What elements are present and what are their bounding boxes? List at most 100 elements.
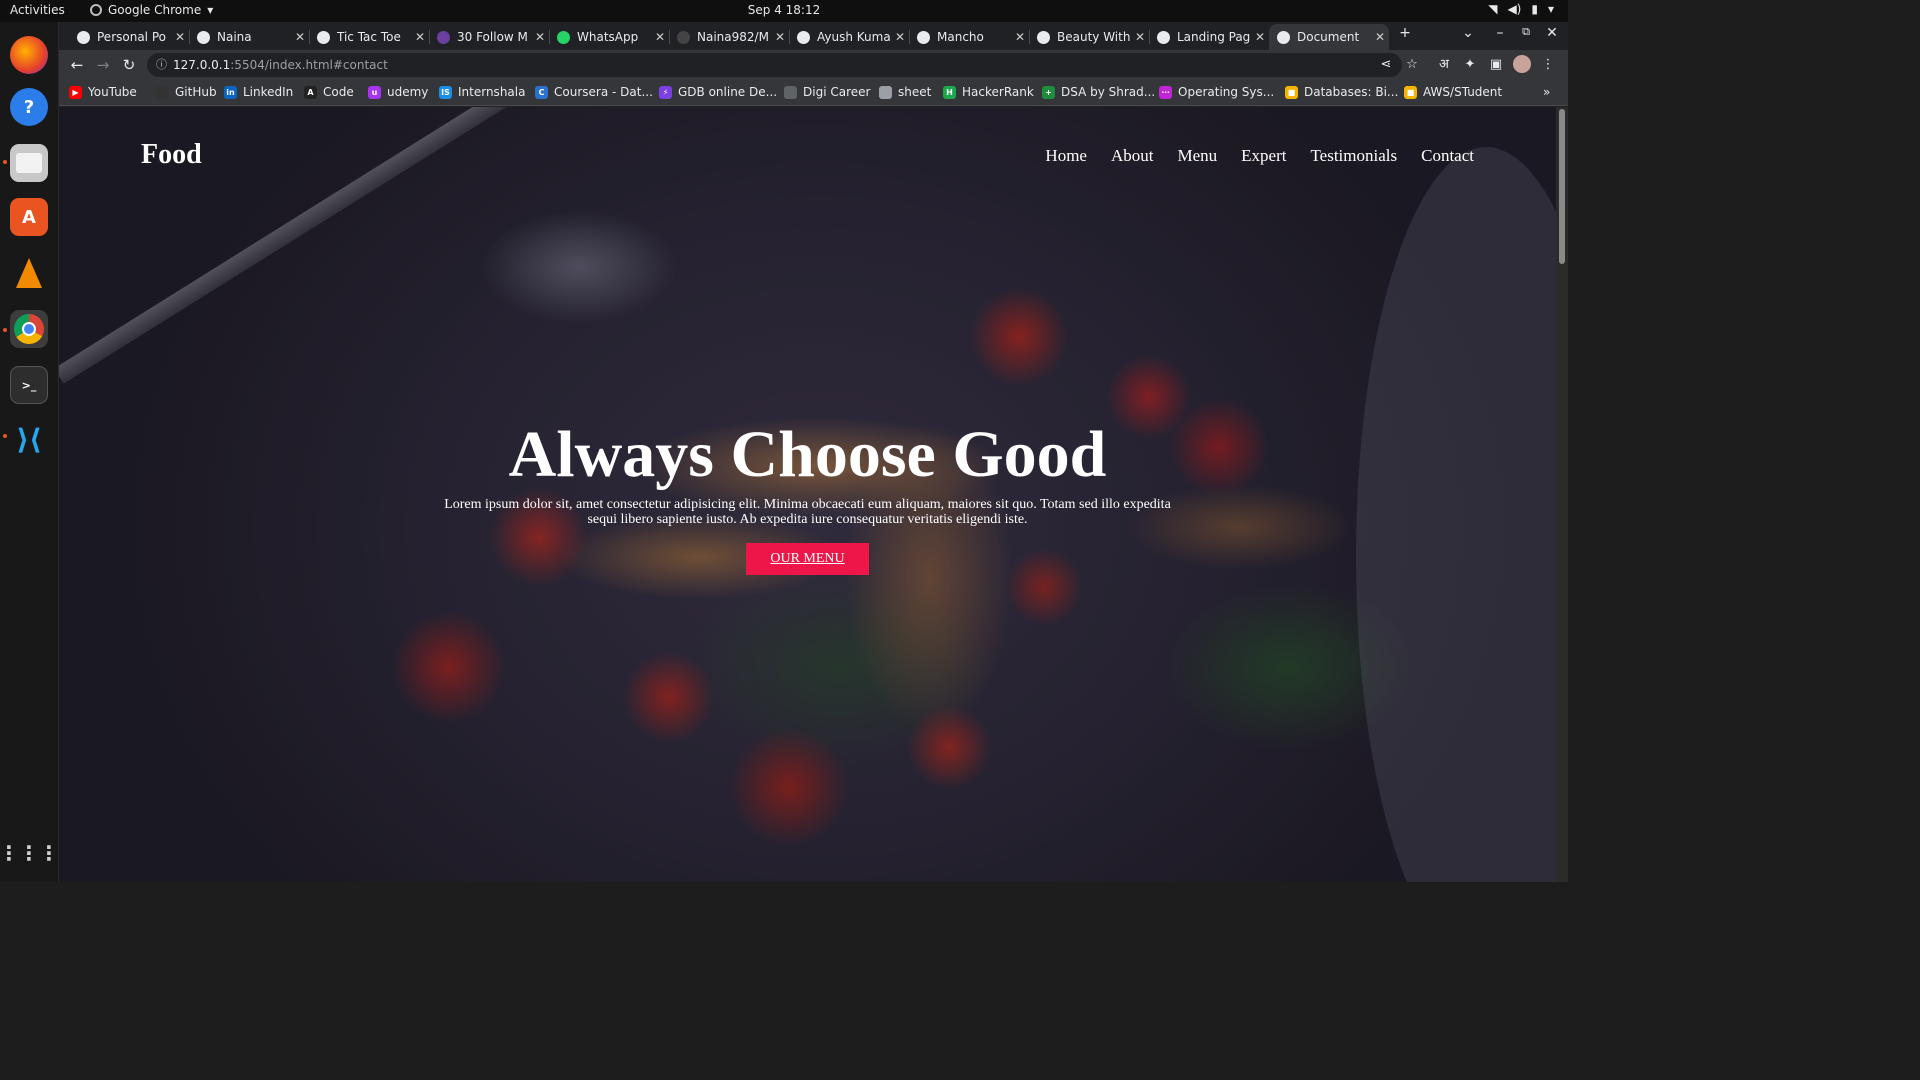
restore-button[interactable]: ⧉ xyxy=(1515,25,1537,39)
bookmark-label: Databases: Bi... xyxy=(1304,85,1399,99)
chrome-icon[interactable] xyxy=(10,310,48,348)
tab-search-icon[interactable]: ⌄ xyxy=(1457,25,1479,41)
bookmark-favicon-icon: in xyxy=(224,85,237,99)
tab[interactable]: Beauty With ✕ xyxy=(1029,24,1149,50)
tab-close-icon[interactable]: ✕ xyxy=(1131,30,1149,44)
menu-kebab-icon[interactable]: ⋮ xyxy=(1538,55,1558,75)
share-icon[interactable]: ⋖ xyxy=(1376,55,1396,75)
software-center-icon[interactable]: A xyxy=(10,198,48,236)
show-apps-icon[interactable]: ⋮⋮⋮ xyxy=(0,834,59,872)
side-panel-icon[interactable]: ▣ xyxy=(1486,55,1506,75)
bookmark-item[interactable]: u udemy xyxy=(368,85,428,99)
bookmark-favicon-icon: u xyxy=(368,85,381,99)
tab-close-icon[interactable]: ✕ xyxy=(531,30,549,44)
scrollbar-thumb[interactable] xyxy=(1559,109,1565,264)
nav-contact[interactable]: Contact xyxy=(1421,146,1474,166)
bookmark-item[interactable]: ■ Databases: Bi... xyxy=(1285,85,1398,99)
bookmark-label: Internshala xyxy=(458,85,526,99)
help-icon[interactable]: ? xyxy=(10,88,48,126)
hero-section: Always Choose Good Lorem ipsum dolor sit… xyxy=(59,417,1556,575)
bookmark-label: LinkedIn xyxy=(243,85,294,99)
reload-icon[interactable]: ↻ xyxy=(119,55,139,75)
nav-expert[interactable]: Expert xyxy=(1241,146,1286,166)
extensions-icon[interactable]: ✦ xyxy=(1460,55,1480,75)
tab-close-icon[interactable]: ✕ xyxy=(411,30,429,44)
tab[interactable]: WhatsApp ✕ xyxy=(549,24,669,50)
bookmark-star-icon[interactable]: ☆ xyxy=(1402,55,1422,75)
forward-icon[interactable]: → xyxy=(93,55,113,75)
bookmark-item[interactable]: GitHub xyxy=(156,85,217,99)
new-tab-button[interactable]: + xyxy=(1394,25,1416,41)
tab-close-icon[interactable]: ✕ xyxy=(171,30,189,44)
bookmark-item[interactable]: IS Internshala xyxy=(439,85,525,99)
terminal-icon[interactable]: >_ xyxy=(10,366,48,404)
page-scrollbar[interactable] xyxy=(1556,107,1568,882)
tab-close-icon[interactable]: ✕ xyxy=(1251,30,1269,44)
tab-close-icon[interactable]: ✕ xyxy=(771,30,789,44)
bookmark-item[interactable]: sheet xyxy=(879,85,931,99)
site-header: Food Home About Menu Expert Testimonials… xyxy=(59,107,1556,207)
tab[interactable]: Naina ✕ xyxy=(189,24,309,50)
activities-button[interactable]: Activities xyxy=(10,3,65,17)
clock[interactable]: Sep 4 18:12 xyxy=(748,3,820,17)
tab[interactable]: Naina982/M ✕ xyxy=(669,24,789,50)
close-window-button[interactable]: ✕ xyxy=(1541,25,1563,41)
tab[interactable]: Landing Pag ✕ xyxy=(1149,24,1269,50)
bookmark-item[interactable]: ▶ YouTube xyxy=(69,85,137,99)
nav-testimonials[interactable]: Testimonials xyxy=(1310,146,1397,166)
browser-toolbar: ← → ↻ ⓘ 127.0.0.1:5504/index.html#contac… xyxy=(59,50,1568,80)
nav-home[interactable]: Home xyxy=(1045,146,1087,166)
bookmark-item[interactable]: Digi Career xyxy=(784,85,870,99)
bookmark-label: sheet xyxy=(898,85,932,99)
tab-close-icon[interactable]: ✕ xyxy=(1011,30,1029,44)
site-info-icon[interactable]: ⓘ xyxy=(156,53,167,77)
app-menu[interactable]: Google Chrome ▾ xyxy=(90,3,213,17)
translate-extension-icon[interactable]: अ xyxy=(1434,55,1454,75)
bookmark-favicon-icon: ▶ xyxy=(69,85,82,99)
bookmark-favicon-icon xyxy=(784,85,797,99)
bookmark-item[interactable]: H HackerRank xyxy=(943,85,1034,99)
bookmark-item[interactable]: ⚡ GDB online De... xyxy=(659,85,777,99)
bookmark-item[interactable]: ■ AWS/STudent xyxy=(1404,85,1502,99)
bookmark-label: YouTube xyxy=(88,85,137,99)
bookmark-item[interactable]: C Coursera - Dat... xyxy=(535,85,653,99)
tab-active[interactable]: Document ✕ xyxy=(1269,24,1389,50)
site-nav: Home About Menu Expert Testimonials Cont… xyxy=(1045,146,1474,166)
page-viewport: Food Home About Menu Expert Testimonials… xyxy=(59,107,1556,882)
tab-favicon-icon xyxy=(797,30,810,44)
minimize-button[interactable]: – xyxy=(1489,25,1511,41)
system-tray[interactable]: ◥ ◀) ▮ ▾ xyxy=(1488,2,1554,16)
nav-about[interactable]: About xyxy=(1111,146,1154,166)
avatar[interactable] xyxy=(1512,55,1532,75)
nav-menu[interactable]: Menu xyxy=(1177,146,1217,166)
tab-close-icon[interactable]: ✕ xyxy=(291,30,309,44)
firefox-icon[interactable] xyxy=(10,36,48,74)
bookmark-item[interactable]: ⋯ Operating Sys... xyxy=(1159,85,1274,99)
site-logo[interactable]: Food xyxy=(141,139,202,171)
tab-favicon-icon xyxy=(1277,30,1290,44)
bookmark-label: GitHub xyxy=(175,85,217,99)
more-bookmarks-icon[interactable]: » xyxy=(1543,85,1550,99)
bookmark-label: Coursera - Dat... xyxy=(554,85,653,99)
tab[interactable]: Personal Po ✕ xyxy=(69,24,189,50)
bookmark-favicon-icon: + xyxy=(1042,85,1055,99)
tab-favicon-icon xyxy=(197,30,210,44)
back-icon[interactable]: ← xyxy=(67,55,87,75)
vlc-icon[interactable] xyxy=(10,254,48,292)
tab[interactable]: Tic Tac Toe ✕ xyxy=(309,24,429,50)
tab[interactable]: 30 Follow M ✕ xyxy=(429,24,549,50)
tab[interactable]: Mancho ✕ xyxy=(909,24,1029,50)
tab-close-icon[interactable]: ✕ xyxy=(891,30,909,44)
bookmark-item[interactable]: in LinkedIn xyxy=(224,85,293,99)
tab[interactable]: Ayush Kuma ✕ xyxy=(789,24,909,50)
tab-close-icon[interactable]: ✕ xyxy=(1371,30,1389,44)
bookmark-item[interactable]: A Code xyxy=(304,85,354,99)
bookmark-favicon-icon xyxy=(156,85,169,99)
our-menu-button[interactable]: OUR MENU xyxy=(746,543,869,575)
chrome-window: Personal Po ✕ Naina ✕ Tic Tac Toe ✕ 30 Follow … xyxy=(59,22,1568,882)
address-bar[interactable]: ⓘ 127.0.0.1:5504/index.html#contact xyxy=(147,53,1402,77)
bookmark-item[interactable]: + DSA by Shrad... xyxy=(1042,85,1155,99)
tab-close-icon[interactable]: ✕ xyxy=(651,30,669,44)
vscode-icon[interactable]: ⟩⟨ xyxy=(10,420,48,458)
files-icon[interactable] xyxy=(10,144,48,182)
